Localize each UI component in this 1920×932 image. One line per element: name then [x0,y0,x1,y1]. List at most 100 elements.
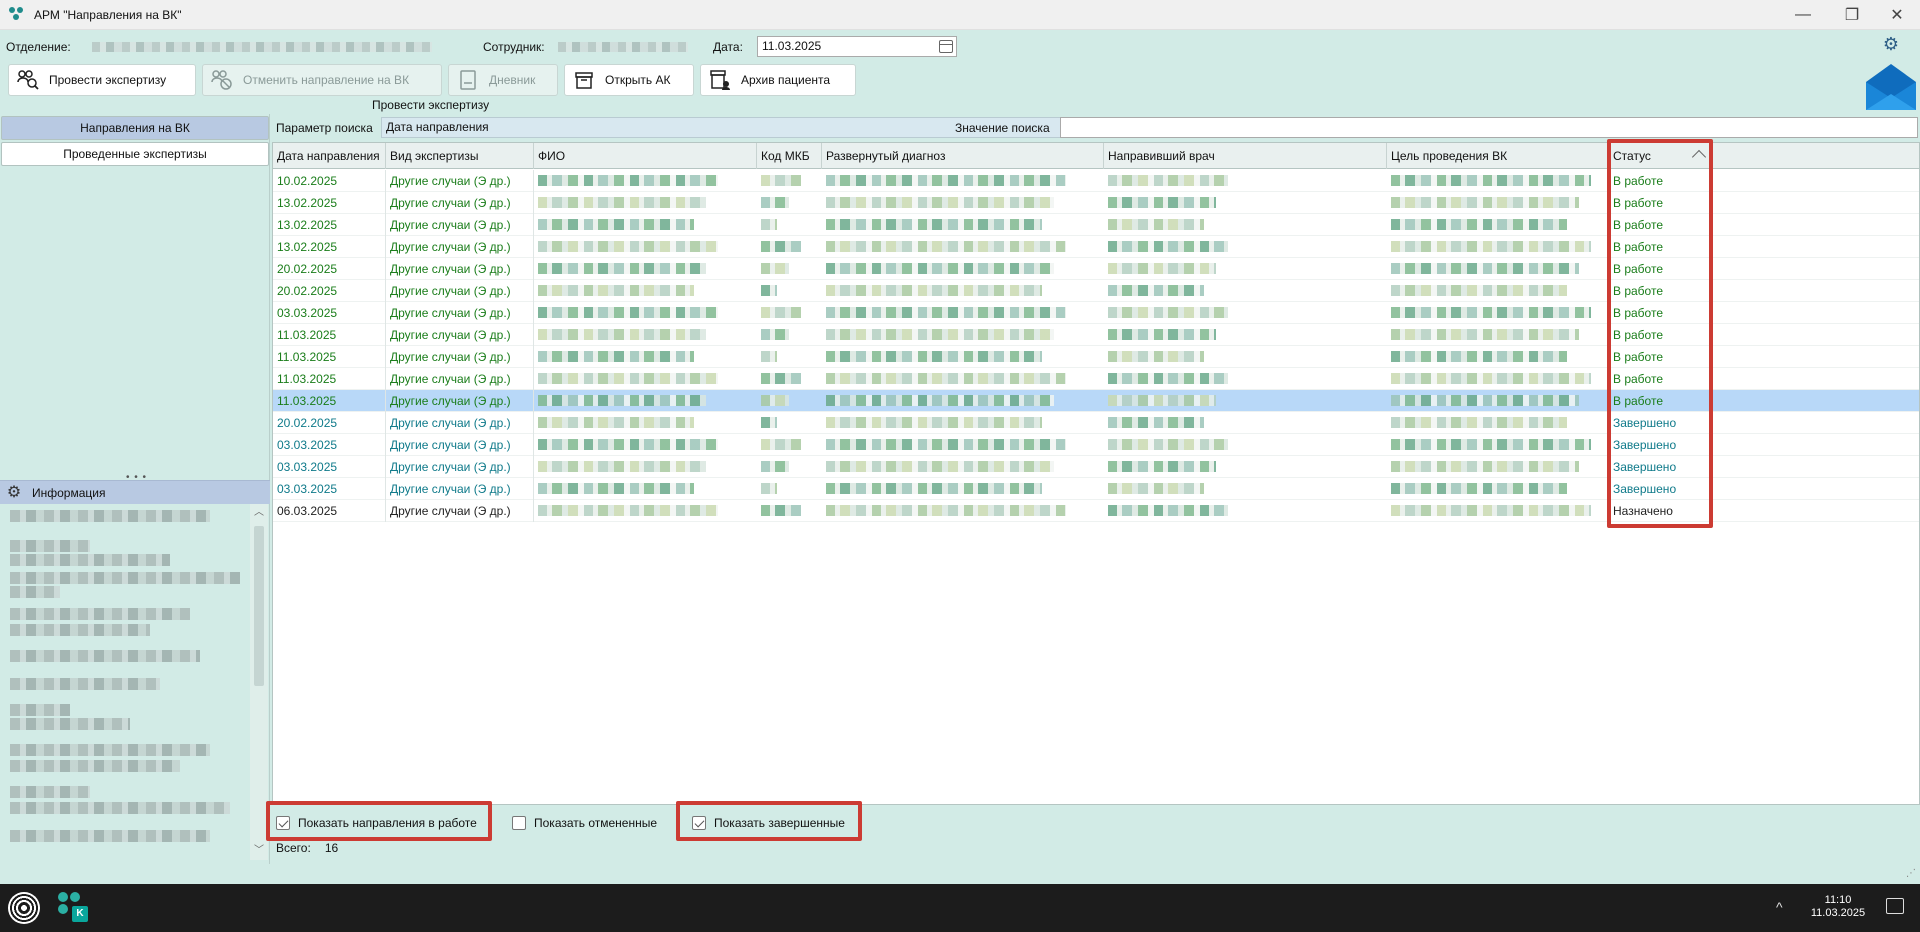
redacted-cell [826,241,1066,252]
col-header-diagnosis[interactable]: Развернутый диагноз [822,143,1104,169]
scroll-down-icon[interactable]: ﹀ [254,846,264,856]
cell-date: 11.03.2025 [273,324,386,346]
open-ak-button[interactable]: Открыть АК [564,64,694,96]
system-clock[interactable]: 11:10 11.03.2025 [1808,894,1868,920]
redacted-cell [826,483,1042,494]
table-row[interactable]: 13.02.2025 Другие случаи (Э др.) В работе [273,236,1919,258]
mail-envelope-icon[interactable] [1866,62,1916,110]
redacted-cell [1391,197,1579,208]
redacted-cell [538,351,694,362]
redacted-cell [761,329,789,340]
resize-grip-icon[interactable]: ⋰ [1906,868,1916,879]
checkbox-checked-icon[interactable] [692,816,706,830]
show-in-work-checkbox[interactable]: Показать направления в работе [276,813,477,833]
calendar-icon[interactable] [939,40,953,53]
cell-status: Завершено [1613,482,1677,496]
redacted-cell [538,285,694,296]
scroll-thumb[interactable] [254,526,264,686]
table-row[interactable]: 13.02.2025 Другие случаи (Э др.) В работе [273,192,1919,214]
info-scrollbar[interactable]: ︿ ﹀ [250,504,268,860]
col-header-status-label: Статус [1613,149,1651,163]
col-header-date[interactable]: Дата направления [273,143,386,169]
table-row[interactable]: 11.03.2025 Другие случаи (Э др.) В работе [273,368,1919,390]
clock-time: 11:10 [1824,894,1852,906]
total-count: Всего: 16 [276,841,338,855]
redacted-cell [1108,307,1228,318]
diary-button[interactable]: Дневник [448,64,558,96]
start-menu-icon[interactable] [8,892,40,924]
redacted-cell [1391,439,1591,450]
employee-value-redacted [558,42,688,52]
cell-type: Другие случаи (Э др.) [386,478,534,500]
table-row[interactable]: 13.02.2025 Другие случаи (Э др.) В работе [273,214,1919,236]
cell-date: 13.02.2025 [273,236,386,258]
sort-ascending-icon [1691,149,1707,165]
col-header-fio[interactable]: ФИО [534,143,757,169]
maximize-button[interactable]: ❐ [1829,0,1875,30]
scroll-up-icon[interactable]: ︿ [254,508,264,518]
cell-type: Другие случаи (Э др.) [386,324,534,346]
patient-archive-label: Архив пациента [741,73,831,87]
tray-expand-icon[interactable]: ^ [1776,899,1783,915]
nav-referrals[interactable]: Направления на ВК [1,116,269,140]
notification-icon[interactable] [1886,898,1904,914]
col-header-status[interactable]: Статус [1609,143,1714,169]
show-cancelled-label: Показать отмененные [534,816,658,830]
table-row[interactable]: 03.03.2025 Другие случаи (Э др.) Завершено [273,456,1919,478]
patient-archive-button[interactable]: Архив пациента [700,64,856,96]
table-row[interactable]: 11.03.2025 Другие случаи (Э др.) В работе [273,346,1919,368]
col-header-icd[interactable]: Код МКБ [757,143,822,169]
redacted-cell [826,219,1042,230]
cell-date: 03.03.2025 [273,434,386,456]
redacted-cell [1108,505,1228,516]
checkbox-checked-icon[interactable] [276,816,290,830]
close-button[interactable]: ✕ [1874,0,1920,30]
redacted-cell [538,439,718,450]
table-row[interactable]: 20.02.2025 Другие случаи (Э др.) Завершено [273,412,1919,434]
search-value-input[interactable] [1060,117,1918,138]
col-header-doctor[interactable]: Направивший врач [1104,143,1387,169]
patient-archive-icon [709,69,731,91]
search-bar: Параметр поиска Дата направления Значени… [272,117,1920,139]
cancel-referral-button[interactable]: Отменить направление на ВК [202,64,442,96]
settings-gear-icon[interactable]: ⚙ [1881,34,1901,54]
conduct-expertise-button[interactable]: Провести экспертизу [8,64,196,96]
redacted-cell [538,241,718,252]
nav-completed-expertises[interactable]: Проведенные экспертизы [1,142,269,166]
referrals-grid: Дата направления Вид экспертизы ФИО Код … [272,142,1920,805]
date-field[interactable]: 11.03.2025 [757,36,957,57]
table-row[interactable]: 03.03.2025 Другие случаи (Э др.) Завершено [273,434,1919,456]
redacted-cell [1108,285,1204,296]
redacted-cell [826,285,1042,296]
cell-status: Завершено [1613,438,1677,452]
redacted-cell [761,483,777,494]
cell-type: Другие случаи (Э др.) [386,214,534,236]
minimize-button[interactable]: — [1780,0,1826,30]
app-icon [9,6,25,23]
show-cancelled-checkbox[interactable]: Показать отмененные [512,813,657,833]
redacted-cell [1391,483,1567,494]
cell-type: Другие случаи (Э др.) [386,302,534,324]
checkbox-unchecked-icon[interactable] [512,816,526,830]
cell-date: 06.03.2025 [273,500,386,522]
info-title: Информация [32,485,106,500]
gear-icon[interactable]: ⚙ [4,483,24,503]
table-row[interactable]: 11.03.2025 Другие случаи (Э др.) В работе [273,390,1919,412]
col-header-goal[interactable]: Цель проведения ВК [1387,143,1609,169]
col-header-type[interactable]: Вид экспертизы [386,143,534,169]
table-row[interactable]: 10.02.2025 Другие случаи (Э др.) В работе [273,170,1919,192]
table-row[interactable]: 03.03.2025 Другие случаи (Э др.) Завершено [273,478,1919,500]
table-row[interactable]: 20.02.2025 Другие случаи (Э др.) В работе [273,280,1919,302]
table-row[interactable]: 06.03.2025 Другие случаи (Э др.) Назначено [273,500,1919,522]
redacted-cell [538,263,706,274]
cell-status: Назначено [1613,504,1673,518]
main-panel: Параметр поиска Дата направления Значени… [272,114,1920,805]
taskbar-app-icon[interactable]: K [56,890,90,924]
redacted-cell [761,417,777,428]
table-row[interactable]: 11.03.2025 Другие случаи (Э др.) В работе [273,324,1919,346]
show-completed-checkbox[interactable]: Показать завершенные [692,813,845,833]
info-panel-header[interactable]: ⚙ Информация [0,480,270,504]
table-row[interactable]: 20.02.2025 Другие случаи (Э др.) В работе [273,258,1919,280]
cell-type: Другие случаи (Э др.) [386,346,534,368]
table-row[interactable]: 03.03.2025 Другие случаи (Э др.) В работе [273,302,1919,324]
